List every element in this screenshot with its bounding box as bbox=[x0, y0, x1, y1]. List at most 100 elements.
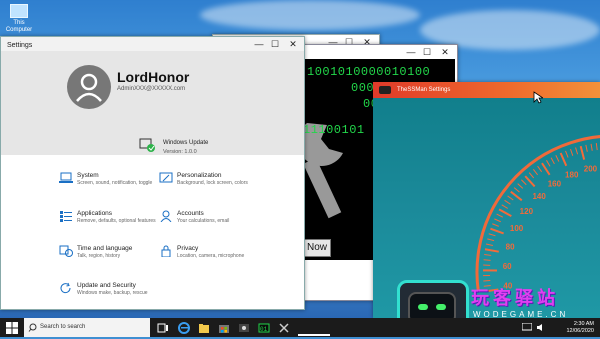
task-view-icon[interactable] bbox=[157, 321, 169, 333]
settings-categories: System Screen, sound, notification, togg… bbox=[1, 155, 304, 309]
settings-gear-icon[interactable] bbox=[298, 321, 330, 333]
taskbar-clock[interactable]: 2:30 AM 12/06/2020 bbox=[566, 321, 594, 335]
user-name: LordHonor bbox=[117, 69, 189, 85]
minimize-button[interactable]: — bbox=[251, 37, 267, 51]
gauge-tick bbox=[586, 145, 587, 152]
clock-language-icon bbox=[59, 245, 73, 257]
search-icon bbox=[28, 323, 37, 332]
gauge-tick bbox=[490, 229, 503, 234]
gauge-tick bbox=[489, 234, 496, 236]
gauge-tick bbox=[571, 149, 573, 156]
category-title: Update and Security bbox=[77, 282, 136, 289]
gauge-tick bbox=[499, 209, 511, 216]
category-desc: Your calculations, email bbox=[177, 218, 267, 224]
app2-icon[interactable]: 01 bbox=[258, 321, 270, 333]
settings-window[interactable]: Settings — ☐ ✕ LordHonor AdminXXX@XXXXX.… bbox=[0, 36, 305, 310]
gauge-label: 100 bbox=[510, 224, 524, 233]
category-title: System bbox=[77, 172, 99, 179]
gauge-label: 160 bbox=[548, 180, 562, 189]
gauge-tick bbox=[492, 224, 499, 227]
gauge-tick bbox=[484, 260, 491, 261]
gauge-arc bbox=[477, 136, 600, 292]
close-button[interactable]: ✕ bbox=[437, 45, 453, 59]
robot-face bbox=[408, 292, 456, 318]
gauge-tick bbox=[566, 151, 569, 158]
ssman-title: TheSSMan Settings bbox=[397, 87, 450, 93]
gauge-tick bbox=[494, 219, 500, 222]
desktop-icon-this-computer[interactable]: This Computer bbox=[4, 4, 34, 34]
category-title: Time and language bbox=[77, 245, 132, 252]
minimize-button[interactable]: — bbox=[403, 45, 419, 59]
gauge-tick bbox=[561, 153, 567, 166]
gauge-tick bbox=[518, 184, 523, 189]
gauge-tick bbox=[551, 158, 554, 164]
gauge-tick bbox=[596, 143, 597, 150]
network-icon[interactable] bbox=[522, 323, 532, 332]
category-title: Applications bbox=[77, 210, 112, 217]
app-icon[interactable] bbox=[238, 321, 250, 333]
mouse-cursor-icon bbox=[533, 91, 543, 105]
user-email[interactable]: AdminXXX@XXXXX.com bbox=[117, 86, 185, 92]
paint-icon bbox=[159, 172, 173, 184]
gauge-tick bbox=[521, 180, 526, 185]
computer-icon bbox=[10, 4, 28, 18]
gauge-tick bbox=[542, 163, 550, 175]
gauge-tick bbox=[502, 205, 508, 209]
user-icon bbox=[67, 65, 111, 109]
gauge-label: 140 bbox=[532, 192, 546, 201]
maximize-button[interactable]: ☐ bbox=[419, 45, 435, 59]
category-desc: Screen, sound, notification, toggle bbox=[77, 180, 167, 186]
store-icon[interactable] bbox=[218, 321, 230, 333]
gauge-tick bbox=[485, 249, 499, 251]
edge-icon[interactable] bbox=[178, 321, 190, 333]
volume-icon[interactable] bbox=[536, 323, 546, 332]
avatar[interactable] bbox=[67, 65, 111, 109]
category-desc: Background, lock screen, colors bbox=[177, 180, 267, 186]
active-indicator bbox=[298, 334, 330, 336]
category-title: Personalization bbox=[177, 172, 221, 179]
ssman-logo-icon bbox=[379, 86, 391, 94]
gauge-tick bbox=[505, 200, 511, 204]
account-header: LordHonor AdminXXX@XXXXX.com Windows Upd… bbox=[1, 51, 304, 155]
watermark-url: WODEGAME.CN bbox=[473, 310, 568, 318]
gauge-tick bbox=[508, 196, 514, 200]
robot-eye bbox=[436, 304, 446, 310]
category-desc: Windows make, backup, rescue bbox=[77, 290, 167, 296]
now-button[interactable]: Now bbox=[303, 239, 331, 257]
app3-icon[interactable] bbox=[278, 321, 290, 333]
windows-update-icon[interactable] bbox=[139, 137, 155, 153]
maximize-button[interactable]: ☐ bbox=[267, 37, 283, 51]
ssman-titlebar[interactable]: TheSSMan Settings bbox=[373, 82, 600, 98]
gauge-label: 60 bbox=[503, 262, 512, 271]
taskbar-search-box[interactable]: Search to search bbox=[24, 318, 150, 337]
category-title: Accounts bbox=[177, 210, 204, 217]
gauge-tick bbox=[529, 173, 534, 178]
apps-icon bbox=[59, 210, 73, 222]
laptop-icon bbox=[59, 172, 73, 184]
gauge-tick bbox=[591, 144, 592, 151]
cloud bbox=[200, 0, 420, 30]
ssman-window[interactable]: TheSSMan Settings 2040608010012014016018… bbox=[373, 82, 600, 318]
matrix-line: 11100101 bbox=[303, 123, 365, 137]
update-title[interactable]: Windows Update bbox=[163, 140, 208, 146]
gauge-tick bbox=[538, 166, 542, 172]
gauge-tick bbox=[514, 188, 519, 193]
watermark-text: 玩客驿站 bbox=[471, 284, 559, 310]
desktop-icon-label: This Computer bbox=[6, 20, 32, 33]
gauge-label: 80 bbox=[506, 243, 515, 252]
taskbar: Search to search 01 2:30 AM 12/06/2020 bbox=[0, 318, 600, 337]
gauge-tick bbox=[581, 146, 584, 160]
gauge-tick bbox=[486, 244, 493, 246]
gauge-tick bbox=[484, 254, 491, 255]
matrix-line: 1001010000010100 bbox=[307, 65, 430, 79]
clock-time: 2:30 AM bbox=[566, 321, 594, 328]
category-title: Privacy bbox=[177, 245, 198, 252]
clock-date: 12/06/2020 bbox=[566, 328, 594, 335]
windows-start-icon[interactable] bbox=[6, 322, 18, 334]
refresh-icon bbox=[59, 282, 73, 294]
explorer-icon[interactable] bbox=[198, 321, 210, 333]
category-desc: Remove, defaults, optional features bbox=[77, 218, 167, 224]
close-button[interactable]: ✕ bbox=[285, 37, 301, 51]
gauge-label: 180 bbox=[565, 170, 579, 179]
gauge-tick bbox=[576, 148, 578, 155]
